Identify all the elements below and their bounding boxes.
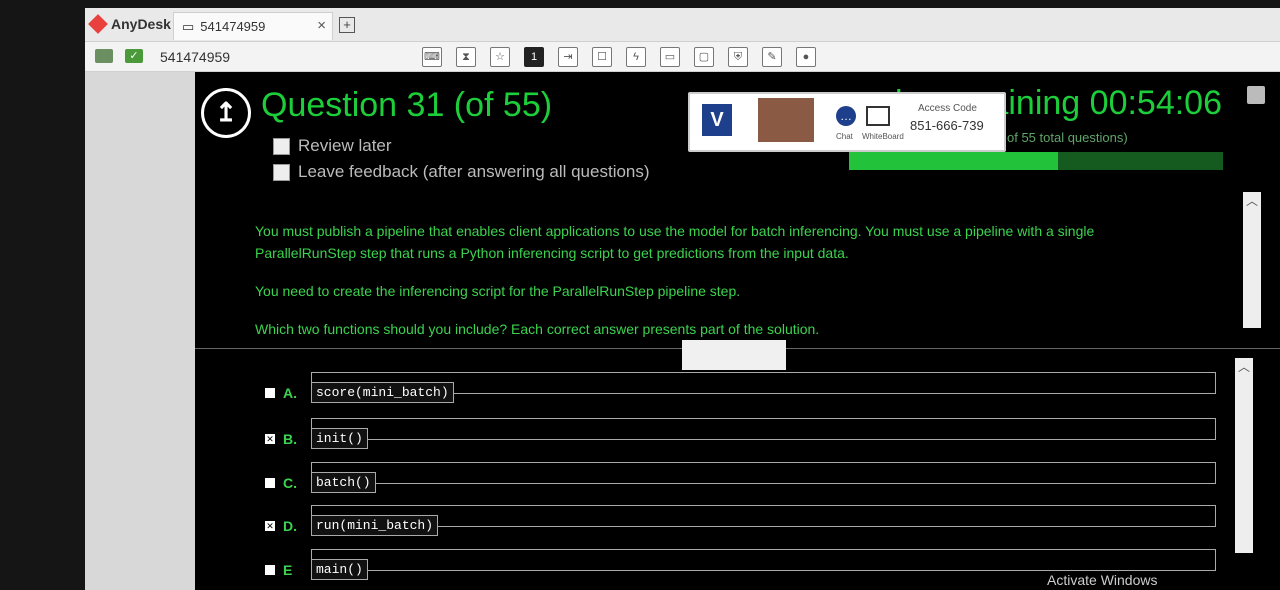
exam-progress-bar	[849, 152, 1223, 170]
lightning-icon[interactable]: ϟ	[626, 47, 646, 67]
answer-code: run(mini_batch)	[311, 515, 439, 536]
keyboard-layout-icon[interactable]: ▭	[660, 47, 680, 67]
answer-option[interactable]: Emain()	[265, 559, 368, 580]
monitor-icon[interactable]	[95, 49, 113, 63]
blank-placeholder	[682, 340, 786, 370]
answer-checkbox[interactable]	[265, 387, 275, 398]
hourglass-icon[interactable]: ⧗	[456, 47, 476, 67]
chat-icon[interactable]: ☐	[592, 47, 612, 67]
webcam-preview	[758, 98, 814, 142]
exam-window: ↥ Question 31 (of 55) Review later Leave…	[195, 72, 1280, 590]
answer-box	[311, 418, 1216, 440]
answer-option[interactable]: A. score(mini_batch)	[265, 382, 454, 403]
review-later-option[interactable]: Review later	[273, 136, 392, 156]
toolbar-session-id: 541474959	[160, 49, 231, 65]
question-title: Question 31 (of 55)	[261, 86, 553, 124]
window-control-icon[interactable]	[1247, 86, 1265, 104]
question-paragraph-2: You need to create the inferencing scrip…	[255, 283, 741, 299]
answer-letter: B.	[283, 430, 297, 447]
close-icon[interactable]: ×	[317, 17, 326, 34]
new-tab-icon[interactable]: +	[339, 17, 355, 33]
answer-letter: C.	[283, 474, 297, 491]
access-code-label: Access Code	[918, 103, 977, 114]
monitor-number-icon[interactable]: 1	[524, 47, 544, 67]
anydesk-logo-icon	[88, 14, 108, 34]
answer-code: batch()	[311, 472, 376, 493]
anydesk-logo: AnyDesk	[88, 14, 171, 34]
whiteboard-icon[interactable]	[866, 106, 890, 126]
leave-feedback-option[interactable]: Leave feedback (after answering all ques…	[273, 162, 650, 182]
answer-checkbox[interactable]: ✕	[265, 433, 275, 444]
left-gray-panel	[85, 72, 195, 590]
answers-scrollbar[interactable]: ︿	[1235, 358, 1253, 553]
question-paragraph-3: Which two functions should you include? …	[255, 321, 820, 337]
review-later-checkbox[interactable]	[273, 137, 290, 155]
pen-icon[interactable]: ✎	[762, 47, 782, 67]
answer-box	[311, 462, 1216, 484]
answer-option[interactable]: ✕ B. init()	[265, 428, 368, 449]
chevron-up-icon[interactable]: ︿	[1235, 358, 1253, 375]
answer-box	[311, 505, 1216, 527]
answer-option[interactable]: ✕ D. run(mini_batch)	[265, 515, 439, 536]
leave-feedback-label: Leave feedback (after answering all ques…	[298, 162, 650, 181]
back-arrow-icon[interactable]: ↥	[201, 88, 251, 138]
answer-code: main()	[311, 559, 368, 580]
shield-icon[interactable]: ⛨	[728, 47, 748, 67]
answer-code: score(mini_batch)	[311, 382, 454, 403]
remote-overlay-panel: V … Chat WhiteBoard Access Code 851-666-…	[688, 92, 1006, 152]
question-scrollbar[interactable]: ︿	[1243, 192, 1261, 328]
app-name: AnyDesk	[111, 16, 171, 32]
chevron-up-icon[interactable]: ︿	[1243, 192, 1261, 209]
access-code-value: 851-666-739	[910, 118, 984, 133]
chat-icon[interactable]: …	[836, 106, 856, 126]
question-text: You must publish a pipeline that enables…	[255, 220, 1175, 356]
activate-windows-watermark: Activate Windows	[1047, 572, 1158, 588]
monitor-icon: ▭	[182, 18, 195, 34]
keyboard-icon[interactable]: ⌨	[422, 47, 442, 67]
answer-checkbox[interactable]: ✕	[265, 520, 275, 531]
whiteboard-label: WhiteBoard	[862, 132, 904, 141]
toolbar-icons: ⌨ ⧗ ☆ 1 ⇥ ☐ ϟ ▭ ▢ ⛨ ✎ ●	[422, 47, 816, 67]
exam-progress-fill	[849, 152, 1059, 170]
record-icon[interactable]: ●	[796, 47, 816, 67]
answer-letter: A.	[283, 384, 297, 401]
answer-code: init()	[311, 428, 368, 449]
answer-option[interactable]: C. batch()	[265, 472, 376, 493]
leave-feedback-checkbox[interactable]	[273, 163, 290, 181]
anydesk-tab-bar: AnyDesk ▭ 541474959 × +	[85, 8, 1280, 42]
chat-label: Chat	[836, 132, 853, 141]
review-later-label: Review later	[298, 136, 392, 155]
session-tab[interactable]: ▭ 541474959 ×	[173, 12, 333, 40]
vue-logo-icon: V	[702, 104, 732, 136]
answer-checkbox[interactable]	[265, 564, 275, 575]
answer-letter: E	[283, 561, 293, 578]
display-icon[interactable]: ▢	[694, 47, 714, 67]
file-transfer-icon[interactable]: ⇥	[558, 47, 578, 67]
answer-box	[311, 549, 1216, 571]
anydesk-toolbar: ✓ 541474959 ⌨ ⧗ ☆ 1 ⇥ ☐ ϟ ▭ ▢ ⛨ ✎ ●	[85, 42, 1280, 72]
answer-letter: D.	[283, 517, 297, 534]
question-paragraph-1: You must publish a pipeline that enables…	[255, 223, 1095, 261]
star-icon[interactable]: ☆	[490, 47, 510, 67]
session-tab-label: 541474959	[200, 19, 266, 34]
screen: AnyDesk ▭ 541474959 × + ✓ 541474959 ⌨ ⧗ …	[85, 8, 1280, 590]
answer-checkbox[interactable]	[265, 477, 275, 488]
check-icon[interactable]: ✓	[125, 49, 143, 63]
